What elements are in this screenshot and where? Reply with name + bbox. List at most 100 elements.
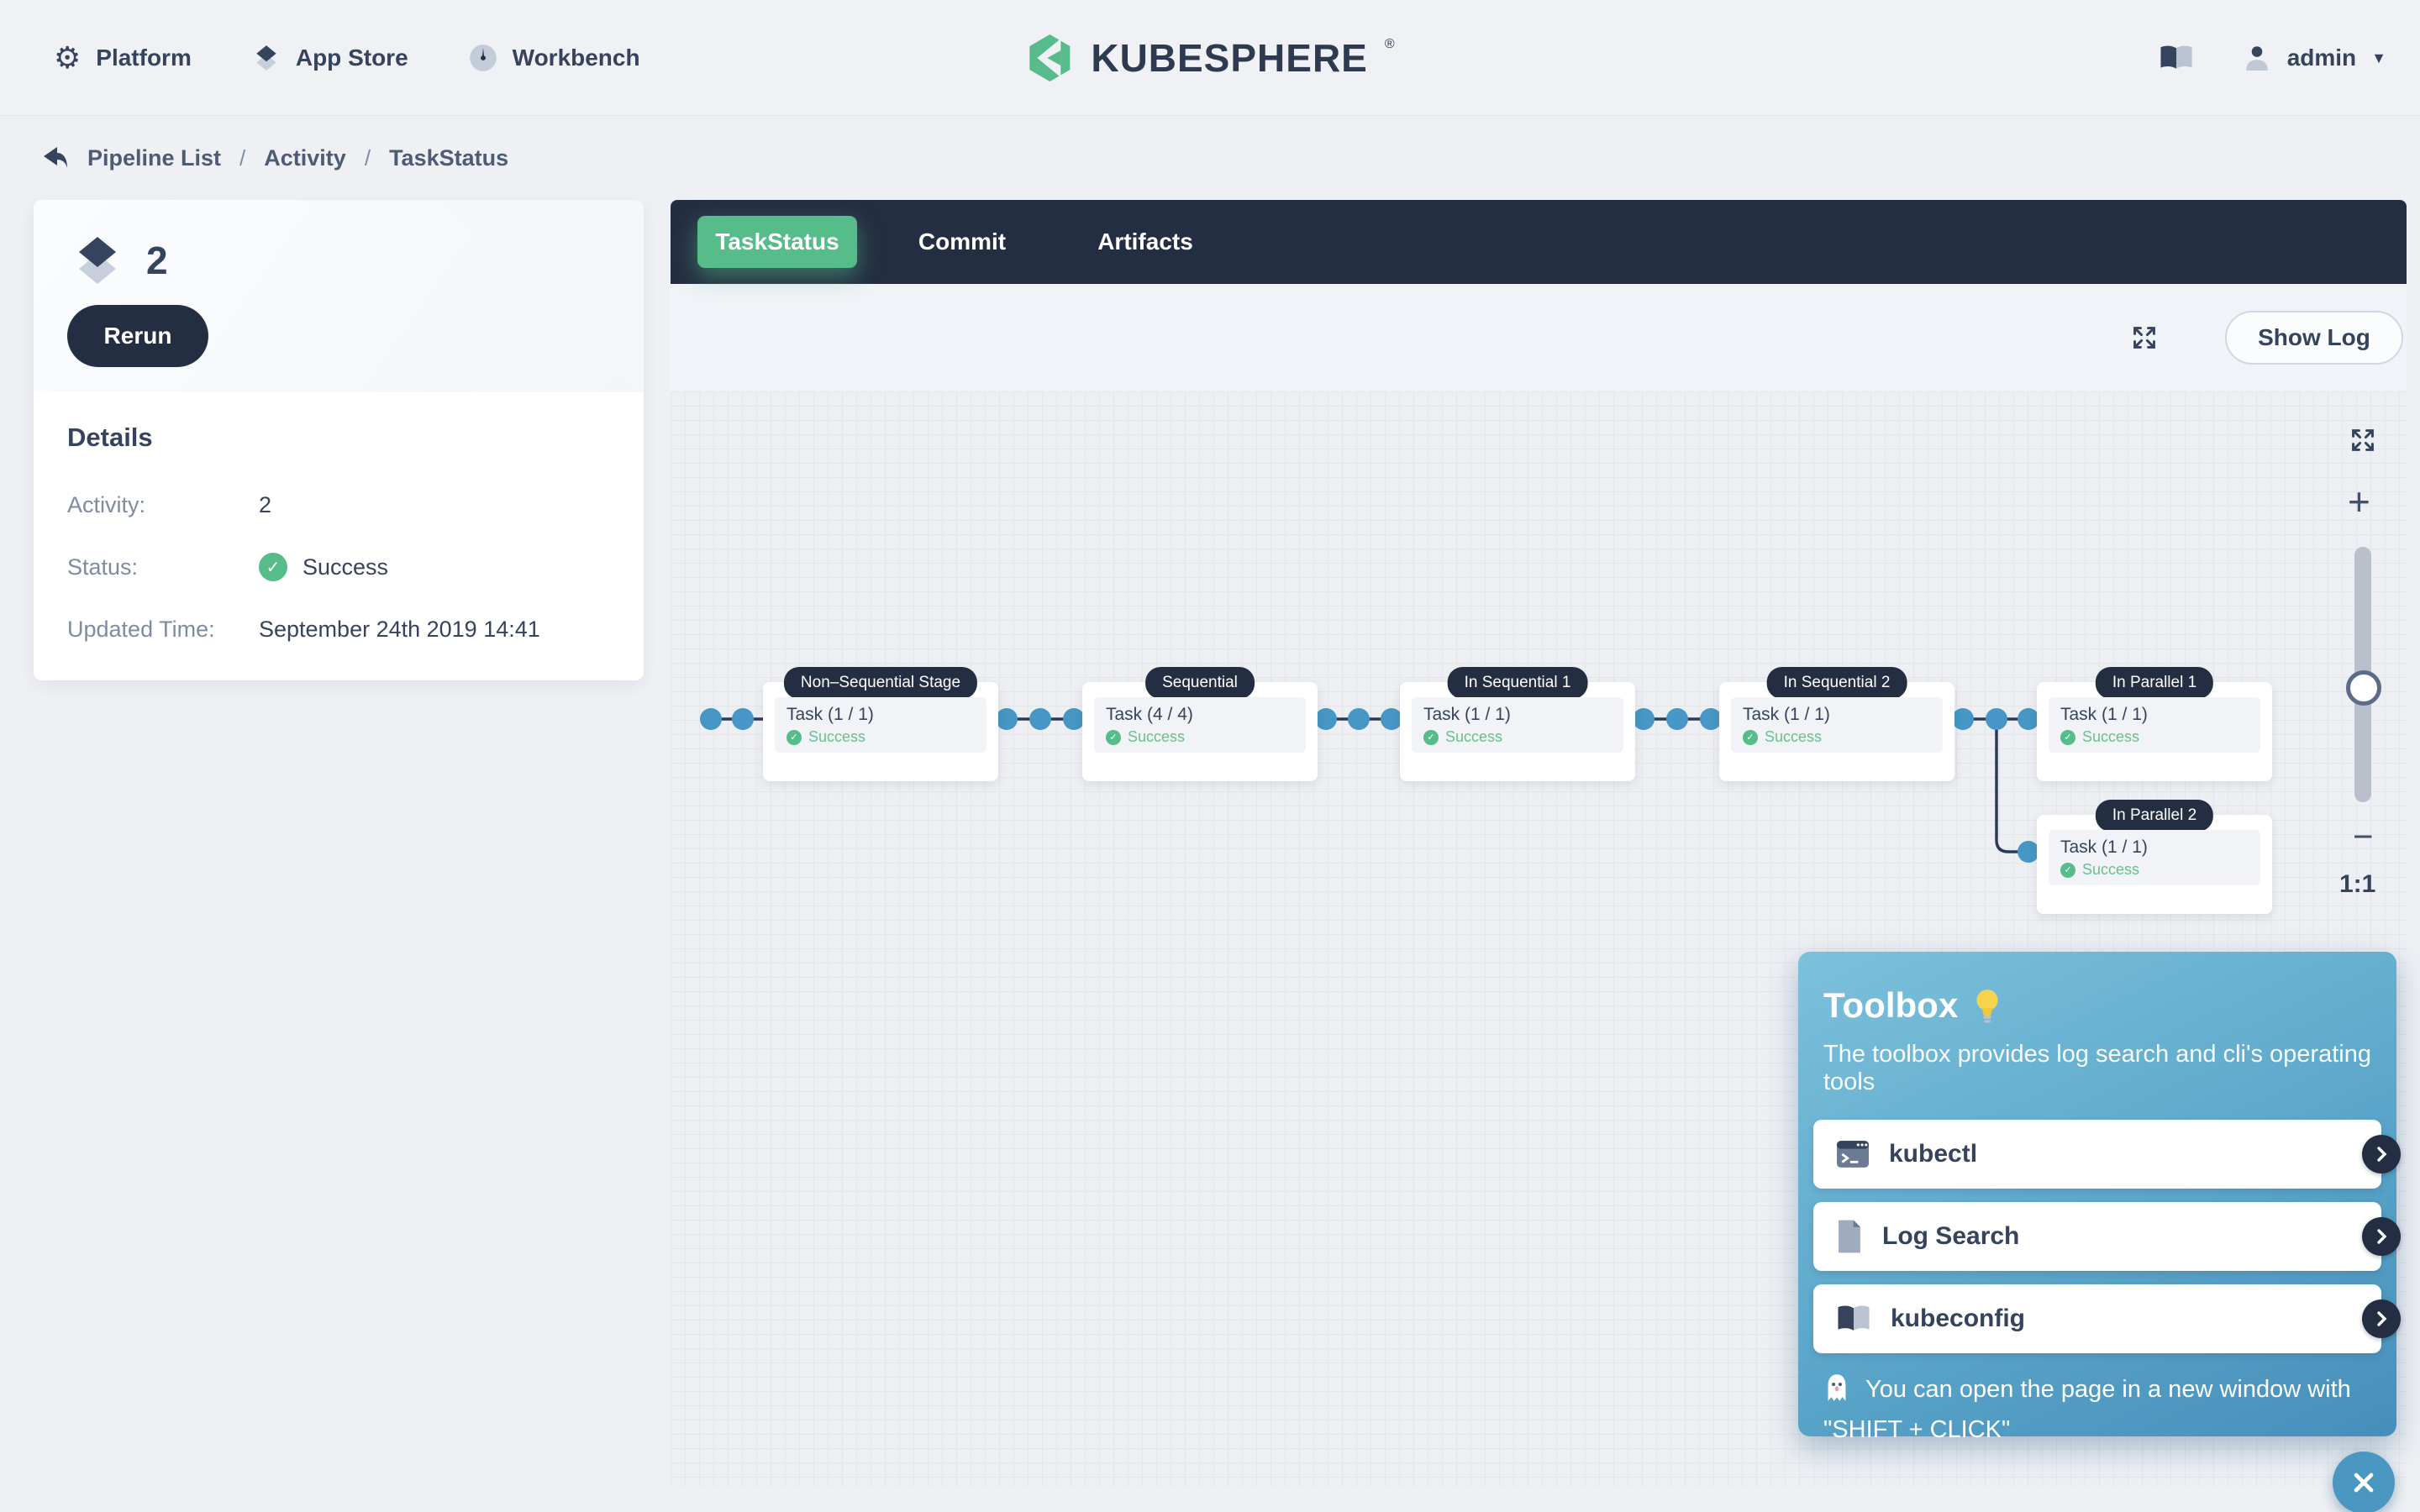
toolbox-title: Toolbox	[1823, 985, 1958, 1026]
nav-item-platform[interactable]: ⚙ Platform	[54, 43, 192, 73]
chevron-down-icon: ▼	[2371, 50, 2386, 67]
success-check-icon: ✓	[786, 730, 802, 745]
stage-card-in-parallel-1[interactable]: In Parallel 1 Task (1 / 1) ✓ Success	[2037, 682, 2272, 781]
task-item[interactable]: Task (1 / 1) ✓ Success	[2049, 830, 2260, 885]
chevron-right-icon[interactable]	[2362, 1217, 2401, 1256]
kubesphere-hexagon-icon	[1025, 34, 1074, 82]
back-arrow-icon[interactable]	[40, 145, 69, 171]
graph-toolbar: Show Log	[671, 284, 2407, 391]
toolbox-subtitle: The toolbox provides log search and cli'…	[1823, 1041, 2396, 1096]
stage-card-in-sequential-1[interactable]: In Sequential 1 Task (1 / 1) ✓ Success	[1400, 682, 1635, 781]
stage-label: In Sequential 1	[1448, 667, 1588, 699]
detail-row-activity: Activity: 2	[67, 490, 610, 520]
breadcrumb-separator: /	[239, 145, 245, 171]
fullscreen-icon[interactable]	[2131, 324, 2158, 351]
tab-bar: TaskStatus Commit Artifacts	[671, 200, 2407, 284]
close-icon	[2349, 1467, 2379, 1498]
tab-taskstatus[interactable]: TaskStatus	[697, 216, 857, 268]
kubesphere-logo[interactable]: KUBESPHERE ®	[1025, 0, 1394, 116]
stage-label: Sequential	[1145, 667, 1255, 699]
zoom-out-button[interactable]: −	[2353, 816, 2374, 857]
nav-item-label: App Store	[296, 45, 408, 71]
details-title: Details	[67, 423, 610, 453]
toolbox-item-kubectl[interactable]: kubectl	[1813, 1120, 2381, 1189]
run-detail-panel: 2 Rerun Details Activity: 2 Status: ✓ Su…	[34, 200, 644, 680]
detail-label: Activity:	[67, 492, 259, 518]
stage-label: Non–Sequential Stage	[784, 667, 977, 699]
nav-item-label: Workbench	[513, 45, 640, 71]
nav-left: ⚙ Platform App Store Workbench	[54, 0, 640, 116]
breadcrumb-separator: /	[365, 145, 371, 171]
status-text: Success	[302, 554, 388, 580]
run-panel-header: 2 Rerun	[34, 200, 644, 392]
tab-artifacts[interactable]: Artifacts	[1065, 228, 1225, 255]
user-menu[interactable]: admin ▼	[2242, 43, 2386, 73]
task-item[interactable]: Task (1 / 1) ✓ Success	[2049, 697, 2260, 753]
logo-registered-mark: ®	[1385, 37, 1395, 52]
run-number: 2	[146, 238, 168, 283]
chevron-right-icon[interactable]	[2362, 1299, 2401, 1338]
toolbox-panel: Toolbox The toolbox provides log search …	[1798, 952, 2396, 1436]
stage-card-sequential[interactable]: Sequential Task (4 / 4) ✓ Success	[1082, 682, 1318, 781]
terminal-icon	[1835, 1138, 1870, 1170]
breadcrumb: Pipeline List / Activity / TaskStatus	[40, 133, 508, 183]
toolbox-close-button[interactable]	[2333, 1452, 2395, 1512]
nav-item-label: Platform	[96, 45, 192, 71]
toolbox-item-label: Log Search	[1882, 1222, 2019, 1251]
success-check-icon: ✓	[1423, 730, 1439, 745]
docs-book-icon[interactable]	[2158, 43, 2195, 73]
user-avatar-icon	[2242, 43, 2272, 73]
success-check-icon: ✓	[2060, 730, 2075, 745]
chevron-right-icon[interactable]	[2362, 1135, 2401, 1173]
detail-row-updated-time: Updated Time: September 24th 2019 14:41	[67, 614, 610, 644]
nav-right: admin ▼	[2158, 0, 2386, 116]
success-check-icon: ✓	[1743, 730, 1758, 745]
gear-icon: ⚙	[54, 43, 81, 73]
stage-label: In Sequential 2	[1767, 667, 1907, 699]
detail-label: Status:	[67, 554, 259, 580]
lightbulb-icon	[1971, 987, 2003, 1024]
nav-item-workbench[interactable]: Workbench	[469, 44, 640, 72]
detail-value: September 24th 2019 14:41	[259, 617, 540, 643]
success-check-icon: ✓	[259, 553, 287, 581]
detail-row-status: Status: ✓ Success	[67, 552, 610, 582]
breadcrumb-pipeline-list[interactable]: Pipeline List	[87, 145, 221, 171]
toolbox-item-log-search[interactable]: Log Search	[1813, 1202, 2381, 1271]
top-nav-bar: ⚙ Platform App Store Workbench	[0, 0, 2420, 116]
gauge-icon	[469, 44, 497, 72]
page: { "nav": { "items": [ { "label": "Platfo…	[0, 0, 2420, 1512]
rerun-button[interactable]: Rerun	[67, 305, 208, 367]
tab-commit[interactable]: Commit	[882, 228, 1042, 255]
user-name: admin	[2287, 45, 2356, 71]
stage-card-in-parallel-2[interactable]: In Parallel 2 Task (1 / 1) ✓ Success	[2037, 815, 2272, 914]
success-check-icon: ✓	[2060, 863, 2075, 878]
status-badge: ✓ Success	[259, 553, 388, 581]
graph-fullscreen-icon[interactable]	[2349, 427, 2376, 454]
show-log-button[interactable]: Show Log	[2225, 311, 2403, 365]
task-item[interactable]: Task (1 / 1) ✓ Success	[1731, 697, 1943, 753]
stage-card-non-sequential[interactable]: Non–Sequential Stage Task (1 / 1) ✓ Succ…	[763, 682, 998, 781]
logo-text: KUBESPHERE	[1091, 35, 1368, 81]
toolbox-item-kubeconfig[interactable]: kubeconfig	[1813, 1284, 2381, 1353]
stage-card-in-sequential-2[interactable]: In Sequential 2 Task (1 / 1) ✓ Success	[1719, 682, 1954, 781]
toolbox-note: You can open the page in a new window wi…	[1823, 1372, 2371, 1447]
success-check-icon: ✓	[1106, 730, 1121, 745]
detail-value: 2	[259, 492, 271, 518]
layers-diamond-icon	[252, 44, 281, 72]
breadcrumb-taskstatus[interactable]: TaskStatus	[389, 145, 508, 171]
zoom-ratio-label[interactable]: 1:1	[2339, 870, 2375, 899]
run-details-section: Details Activity: 2 Status: ✓ Success Up…	[34, 392, 644, 644]
task-item[interactable]: Task (1 / 1) ✓ Success	[775, 697, 986, 753]
task-item[interactable]: Task (1 / 1) ✓ Success	[1412, 697, 1623, 753]
zoom-slider-handle[interactable]	[2346, 670, 2381, 706]
breadcrumb-activity[interactable]: Activity	[264, 145, 346, 171]
ghost-icon	[1823, 1381, 1857, 1408]
toolbox-item-label: kubectl	[1889, 1140, 1977, 1168]
nav-item-app-store[interactable]: App Store	[252, 44, 408, 72]
task-item[interactable]: Task (4 / 4) ✓ Success	[1094, 697, 1306, 753]
detail-label: Updated Time:	[67, 617, 259, 643]
zoom-in-button[interactable]: +	[2348, 479, 2370, 524]
stage-label: In Parallel 2	[2096, 800, 2213, 832]
layers-diamond-icon	[71, 234, 124, 287]
document-icon	[1835, 1219, 1864, 1254]
